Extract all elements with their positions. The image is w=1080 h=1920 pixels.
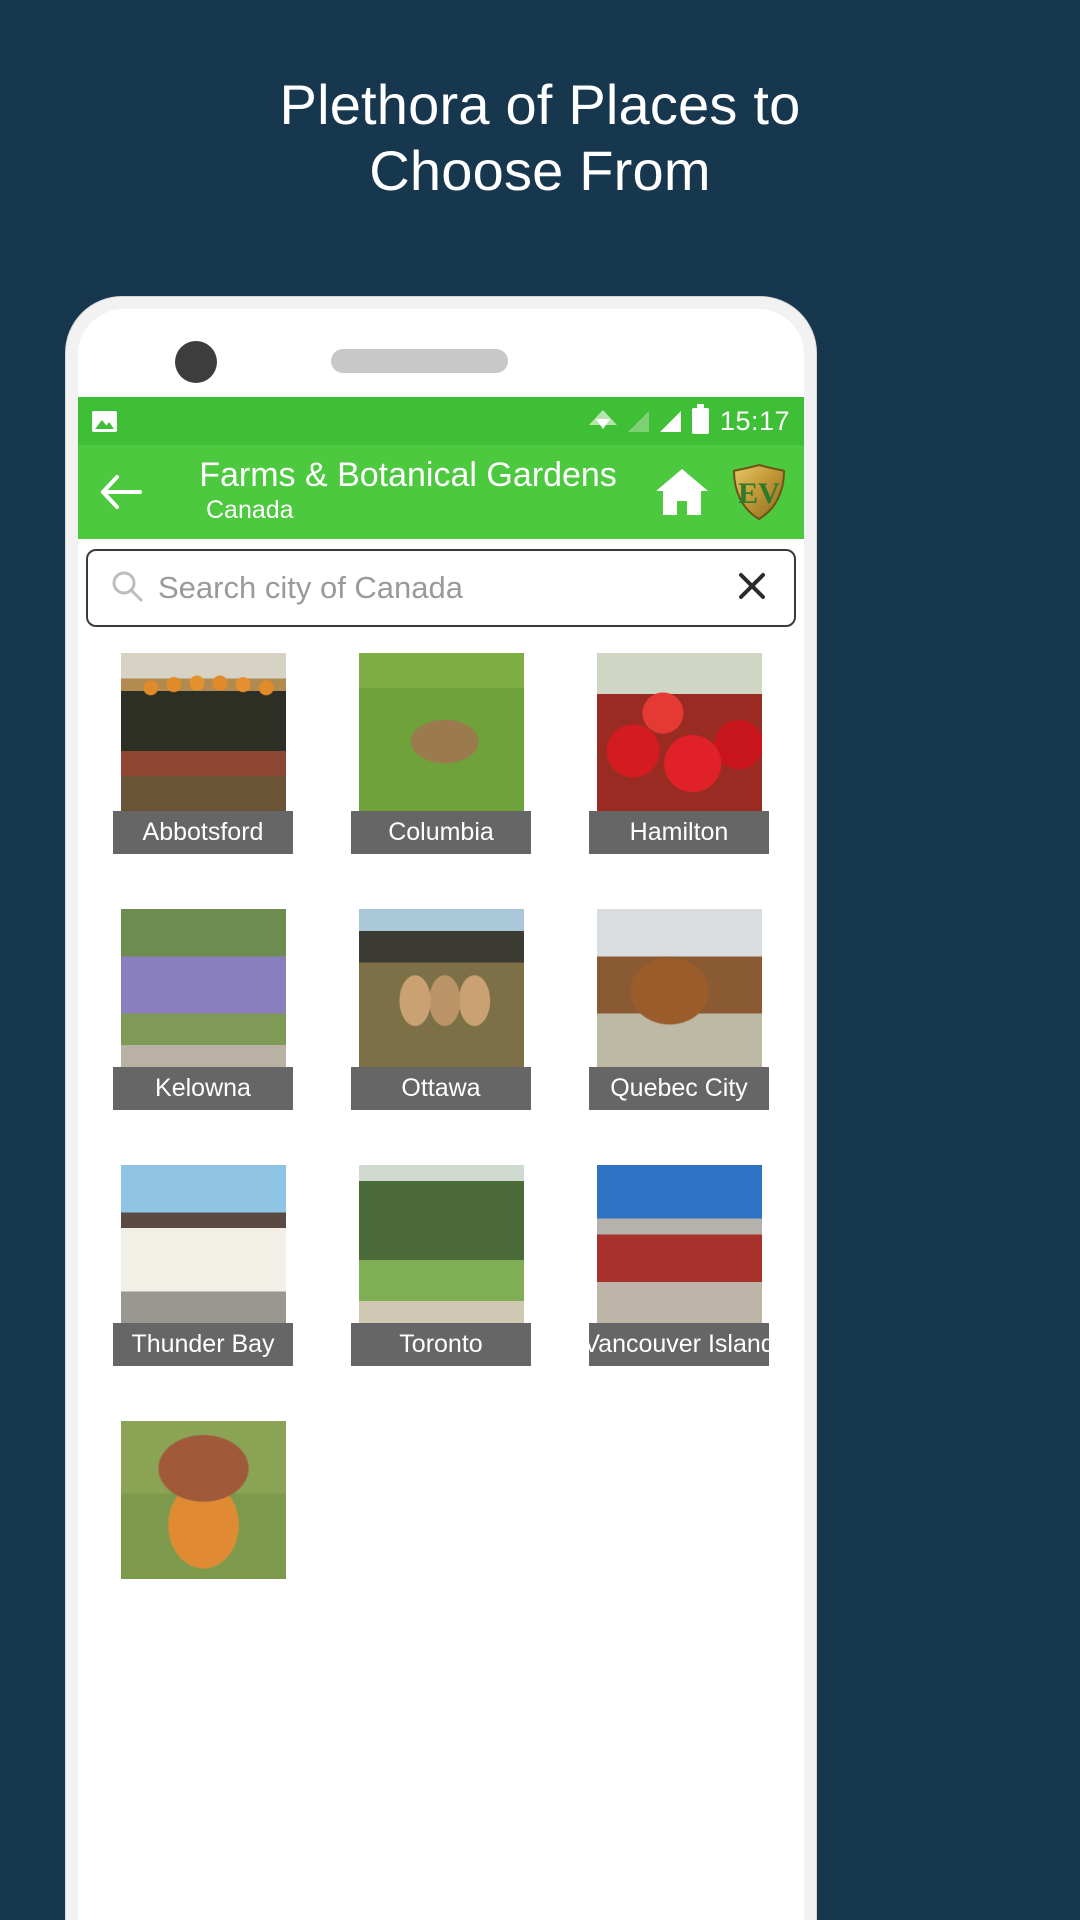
grid-item-thumbnail — [596, 653, 762, 811]
svg-text:EV: EV — [738, 477, 780, 510]
status-bar: 15:17 — [78, 397, 804, 445]
gallery-icon — [92, 410, 117, 432]
places-grid[interactable]: Abbotsford Columbia Hamilton Kelowna Ottawa Q… — [78, 637, 804, 1920]
grid-item-label: Columbia — [351, 811, 531, 854]
search-bar-container: Search city of Canada — [78, 539, 804, 637]
grid-item-label: Abbotsford — [113, 811, 293, 854]
status-bar-notifications — [92, 410, 117, 432]
grid-item-label: Thunder Bay — [113, 1323, 293, 1366]
back-button[interactable] — [92, 463, 150, 521]
grid-item-label: Hamilton — [589, 811, 769, 854]
grid-item-thumbnail — [596, 909, 762, 1067]
grid-item-thumbnail — [358, 909, 524, 1067]
grid-item-label: Vancouver Island — [583, 1323, 775, 1366]
grid-item[interactable]: Quebec City — [560, 909, 798, 1165]
grid-item[interactable]: Ottawa — [322, 909, 560, 1165]
close-icon[interactable] — [732, 566, 772, 611]
search-icon — [110, 569, 144, 608]
promo-headline-line2: Choose From — [369, 139, 711, 203]
brand-logo[interactable]: EV — [728, 461, 790, 523]
grid-item-label: Toronto — [351, 1323, 531, 1366]
promo-headline-line1: Plethora of Places to — [279, 73, 801, 136]
grid-item-label: Quebec City — [589, 1067, 769, 1110]
signal-empty-icon — [627, 410, 649, 432]
grid-item[interactable]: Abbotsford — [84, 653, 322, 909]
page-subtitle: Canada — [206, 495, 294, 524]
grid-item[interactable]: Vancouver Island — [560, 1165, 798, 1421]
grid-item[interactable]: Hamilton — [560, 653, 798, 909]
battery-icon — [691, 404, 709, 434]
front-camera-icon — [175, 341, 217, 383]
grid-item[interactable]: Toronto — [322, 1165, 560, 1421]
grid-item[interactable]: Kelowna — [84, 909, 322, 1165]
search-input[interactable]: Search city of Canada — [86, 549, 796, 627]
grid-item-thumbnail — [120, 909, 286, 1067]
grid-item-thumbnail — [358, 653, 524, 811]
phone-mockup: 15:17 Farms & Botanical Gardens Canada E… — [66, 297, 816, 1920]
promo-headline: Plethora of Places to Choose From — [0, 72, 1080, 204]
home-button[interactable] — [650, 460, 714, 524]
grid-item-thumbnail — [358, 1165, 524, 1323]
signal-full-icon — [659, 410, 681, 432]
status-bar-system-icons: 15:17 — [588, 404, 790, 437]
phone-screen: 15:17 Farms & Botanical Gardens Canada E… — [78, 309, 804, 1920]
grid-item-label: Ottawa — [351, 1067, 531, 1110]
grid-item[interactable] — [84, 1421, 322, 1677]
grid-item-thumbnail — [120, 653, 286, 811]
status-bar-clock: 15:17 — [719, 405, 790, 436]
search-placeholder: Search city of Canada — [158, 570, 464, 605]
phone-notch-area — [78, 309, 804, 397]
grid-item-thumbnail — [120, 1165, 286, 1323]
page-title: Farms & Botanical Gardens — [199, 455, 617, 494]
grid-item[interactable]: Columbia — [322, 653, 560, 909]
grid-item[interactable]: Thunder Bay — [84, 1165, 322, 1421]
grid-item-thumbnail — [596, 1165, 762, 1323]
earpiece-speaker — [331, 349, 508, 373]
grid-item-thumbnail — [120, 1421, 286, 1579]
app-bar-titles: Farms & Botanical Gardens Canada — [150, 455, 650, 526]
grid-item-label: Kelowna — [113, 1067, 293, 1110]
wifi-icon — [588, 410, 617, 432]
app-bar: Farms & Botanical Gardens Canada EV — [78, 445, 804, 539]
